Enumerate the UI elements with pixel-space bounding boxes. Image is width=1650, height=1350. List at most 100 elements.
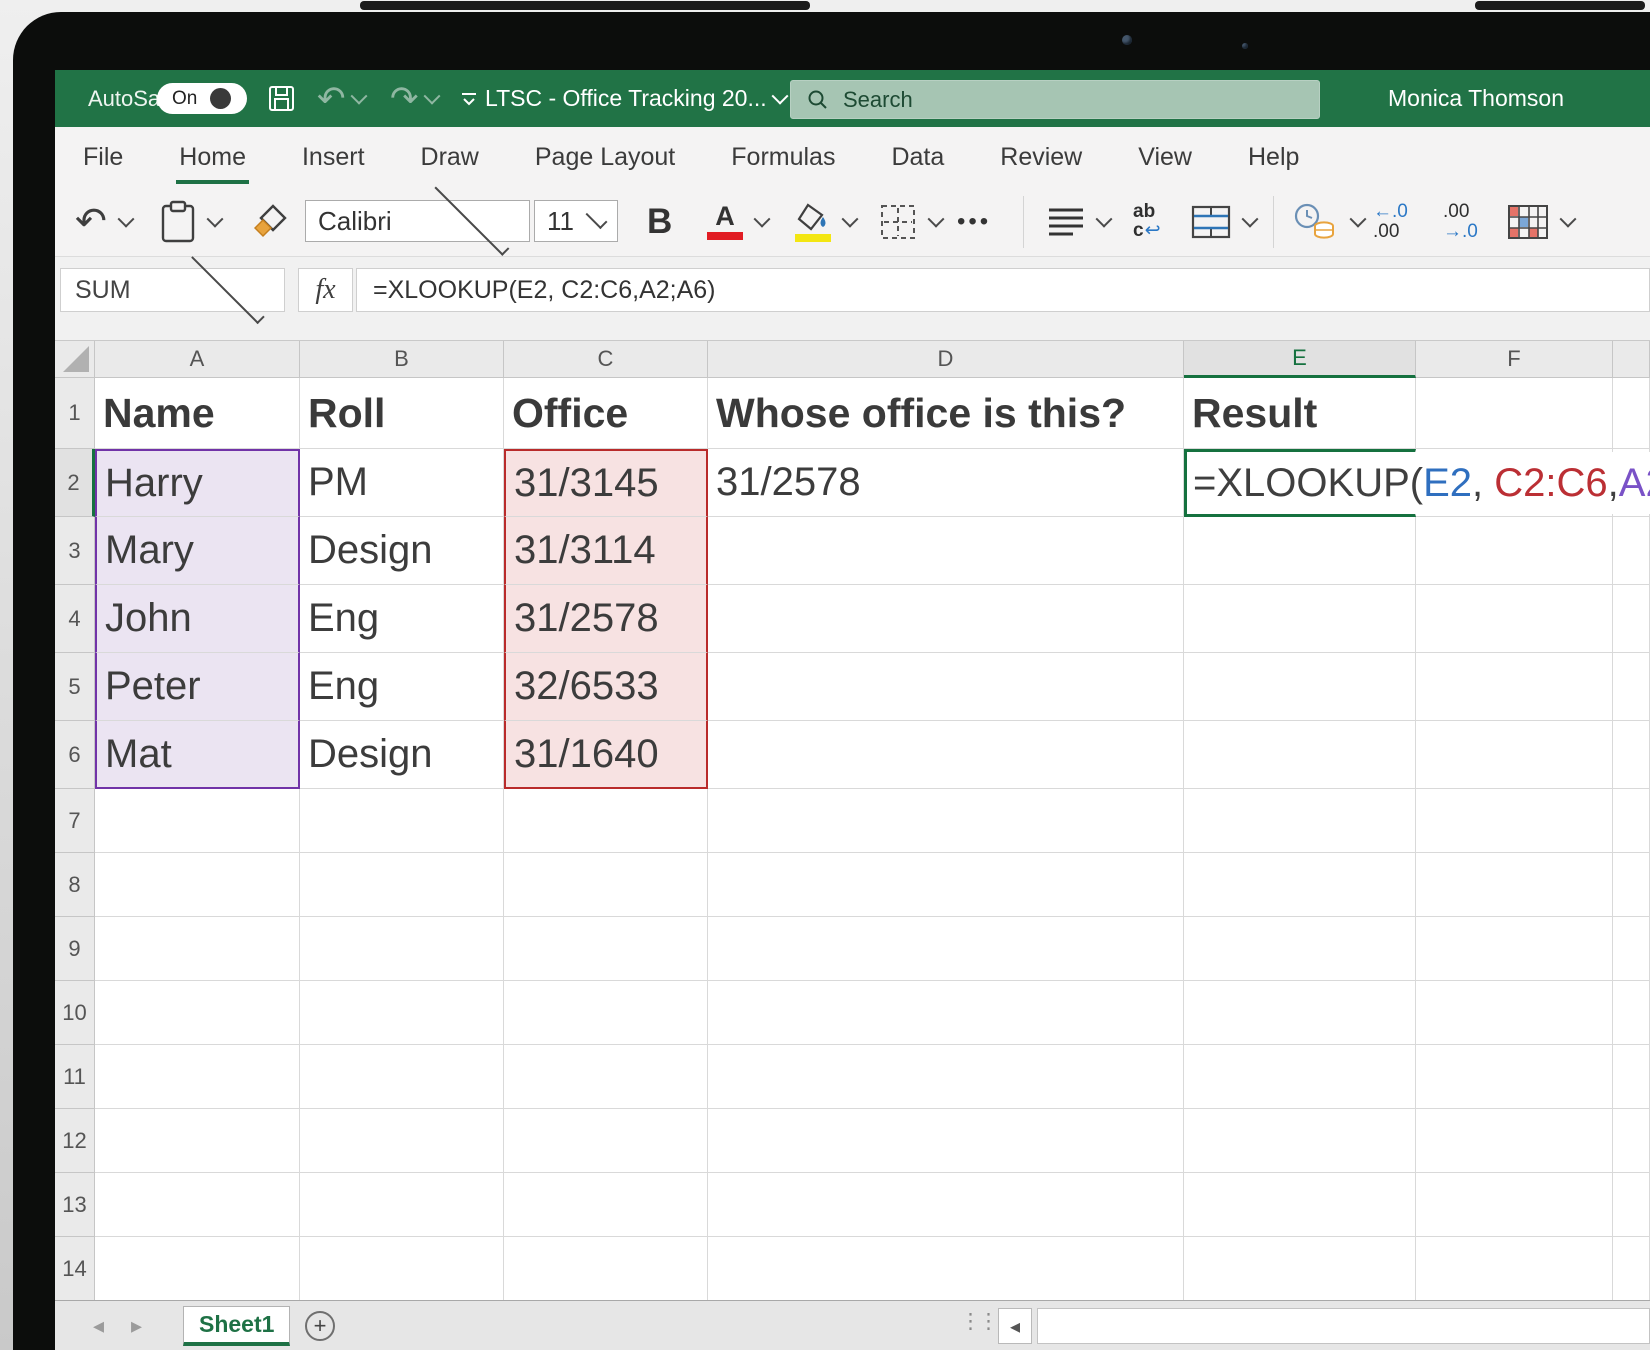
- cell-A7[interactable]: [95, 789, 300, 853]
- horizontal-scrollbar[interactable]: [1037, 1308, 1650, 1344]
- number-format-button[interactable]: [1291, 187, 1364, 256]
- user-name[interactable]: Monica Thomson: [1388, 70, 1564, 127]
- cell-A14[interactable]: [95, 1237, 300, 1301]
- menu-view[interactable]: View: [1135, 127, 1195, 187]
- sheet-tab-sheet1[interactable]: Sheet1: [183, 1306, 290, 1346]
- cell-G3[interactable]: [1613, 517, 1650, 585]
- cell-F1[interactable]: [1416, 378, 1613, 449]
- cell-B4[interactable]: Eng: [300, 585, 504, 653]
- cell-B2[interactable]: PM: [300, 449, 504, 517]
- autosave-toggle[interactable]: On: [157, 83, 247, 114]
- row-header-10[interactable]: 10: [55, 981, 95, 1045]
- cell-A1[interactable]: Name: [95, 378, 300, 449]
- cell-E6[interactable]: [1184, 721, 1416, 789]
- cell-B7[interactable]: [300, 789, 504, 853]
- menu-data[interactable]: Data: [888, 127, 947, 187]
- row-header-13[interactable]: 13: [55, 1173, 95, 1237]
- cell-B5[interactable]: Eng: [300, 653, 504, 721]
- cell-D2[interactable]: 31/2578: [708, 449, 1184, 517]
- cell-G4[interactable]: [1613, 585, 1650, 653]
- select-all-corner[interactable]: [55, 341, 95, 378]
- insert-function-button[interactable]: fx: [298, 268, 353, 312]
- cell-B10[interactable]: [300, 981, 504, 1045]
- cell-E5[interactable]: [1184, 653, 1416, 721]
- cell-C13[interactable]: [504, 1173, 708, 1237]
- title-collapse-icon[interactable]: [460, 92, 478, 108]
- cell-G10[interactable]: [1613, 981, 1650, 1045]
- cell-C12[interactable]: [504, 1109, 708, 1173]
- cell-D7[interactable]: [708, 789, 1184, 853]
- column-header-E[interactable]: E: [1184, 341, 1416, 378]
- cell-D11[interactable]: [708, 1045, 1184, 1109]
- cell-A3[interactable]: Mary: [95, 517, 300, 585]
- cell-F4[interactable]: [1416, 585, 1613, 653]
- cell-F11[interactable]: [1416, 1045, 1613, 1109]
- format-as-table-button[interactable]: [1507, 187, 1574, 256]
- cell-C7[interactable]: [504, 789, 708, 853]
- scroll-left-button[interactable]: [998, 1308, 1032, 1344]
- menu-formulas[interactable]: Formulas: [728, 127, 838, 187]
- cell-D14[interactable]: [708, 1237, 1184, 1301]
- cell-E2[interactable]: =XLOOKUP(E2, C2:C6,A2;: [1184, 449, 1416, 517]
- menu-insert[interactable]: Insert: [299, 127, 368, 187]
- increase-decimal-button[interactable]: ←.0 .00: [1373, 187, 1408, 256]
- column-header-C[interactable]: C: [504, 341, 708, 378]
- cell-C11[interactable]: [504, 1045, 708, 1109]
- cell-C5[interactable]: 32/6533: [504, 653, 708, 721]
- alignment-button[interactable]: [1047, 187, 1110, 256]
- cell-B1[interactable]: Roll: [300, 378, 504, 449]
- font-name-select[interactable]: Calibri: [305, 200, 530, 242]
- cell-D13[interactable]: [708, 1173, 1184, 1237]
- row-header-7[interactable]: 7: [55, 789, 95, 853]
- prev-sheet-arrow-icon[interactable]: [93, 1301, 104, 1350]
- cell-E8[interactable]: [1184, 853, 1416, 917]
- cell-E14[interactable]: [1184, 1237, 1416, 1301]
- cell-B6[interactable]: Design: [300, 721, 504, 789]
- cell-E11[interactable]: [1184, 1045, 1416, 1109]
- cell-C14[interactable]: [504, 1237, 708, 1301]
- cell-D5[interactable]: [708, 653, 1184, 721]
- row-header-3[interactable]: 3: [55, 517, 95, 585]
- row-header-8[interactable]: 8: [55, 853, 95, 917]
- cell-A12[interactable]: [95, 1109, 300, 1173]
- column-header-F[interactable]: F: [1416, 341, 1613, 378]
- redo-button[interactable]: [390, 70, 438, 127]
- wrap-text-button[interactable]: ab c: [1133, 187, 1161, 256]
- column-header-A[interactable]: A: [95, 341, 300, 378]
- cell-G14[interactable]: [1613, 1237, 1650, 1301]
- row-header-12[interactable]: 12: [55, 1109, 95, 1173]
- cell-G12[interactable]: [1613, 1109, 1650, 1173]
- more-font-options-button[interactable]: •••: [957, 187, 991, 256]
- paste-button[interactable]: [160, 187, 221, 256]
- cell-C4[interactable]: 31/2578: [504, 585, 708, 653]
- cell-C1[interactable]: Office: [504, 378, 708, 449]
- cell-C8[interactable]: [504, 853, 708, 917]
- cell-D8[interactable]: [708, 853, 1184, 917]
- cell-D10[interactable]: [708, 981, 1184, 1045]
- name-box[interactable]: SUM: [60, 268, 285, 312]
- menu-file[interactable]: File: [80, 127, 126, 187]
- cell-G11[interactable]: [1613, 1045, 1650, 1109]
- cell-E7[interactable]: [1184, 789, 1416, 853]
- cell-C6[interactable]: 31/1640: [504, 721, 708, 789]
- row-header-1[interactable]: 1: [55, 378, 95, 449]
- cell-G13[interactable]: [1613, 1173, 1650, 1237]
- undo-button[interactable]: [317, 70, 365, 127]
- decrease-decimal-button[interactable]: .00 →.0: [1443, 187, 1478, 256]
- formula-input[interactable]: =XLOOKUP(E2, C2:C6,A2;A6): [356, 268, 1650, 312]
- cell-B13[interactable]: [300, 1173, 504, 1237]
- cell-F9[interactable]: [1416, 917, 1613, 981]
- cell-D4[interactable]: [708, 585, 1184, 653]
- cell-E12[interactable]: [1184, 1109, 1416, 1173]
- cell-F7[interactable]: [1416, 789, 1613, 853]
- menu-page-layout[interactable]: Page Layout: [532, 127, 678, 187]
- scrollbar-resize-handle[interactable]: [960, 1309, 996, 1334]
- cell-E9[interactable]: [1184, 917, 1416, 981]
- cell-G6[interactable]: [1613, 721, 1650, 789]
- cell-A2[interactable]: Harry: [95, 449, 300, 517]
- cell-F8[interactable]: [1416, 853, 1613, 917]
- cell-C9[interactable]: [504, 917, 708, 981]
- cell-E4[interactable]: [1184, 585, 1416, 653]
- cell-C3[interactable]: 31/3114: [504, 517, 708, 585]
- cell-D12[interactable]: [708, 1109, 1184, 1173]
